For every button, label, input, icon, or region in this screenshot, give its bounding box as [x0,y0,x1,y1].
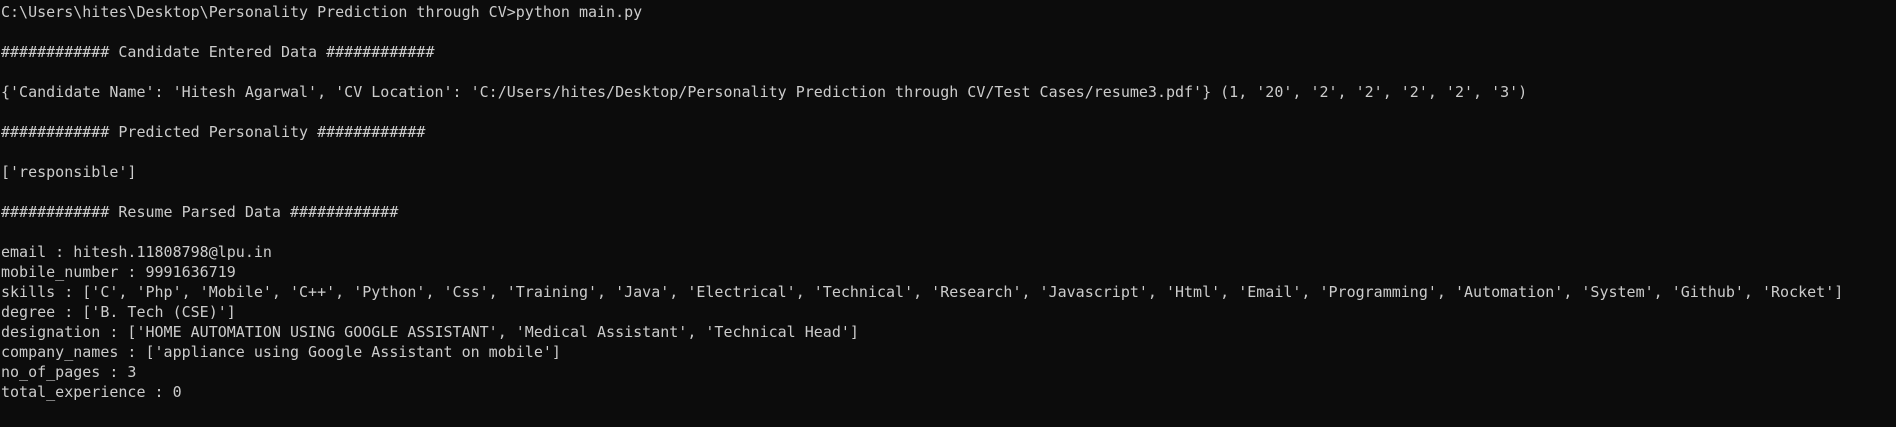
no-of-pages-line: no_of_pages : 3 [1,363,137,381]
skills-line: skills : ['C', 'Php', 'Mobile', 'C++', '… [1,283,1844,301]
terminal-window[interactable]: C:\Users\hites\Desktop\Personality Predi… [0,0,1896,427]
email-line: email : hitesh.11808798@lpu.in [1,243,272,261]
candidate-data-output: {'Candidate Name': 'Hitesh Agarwal', 'CV… [1,83,1528,101]
command-prompt-line: C:\Users\hites\Desktop\Personality Predi… [1,3,643,21]
candidate-data-header: ############ Candidate Entered Data ####… [1,43,435,61]
mobile-number-line: mobile_number : 9991636719 [1,263,236,281]
total-experience-line: total_experience : 0 [1,383,182,401]
degree-line: degree : ['B. Tech (CSE)'] [1,303,236,321]
resume-parsed-header: ############ Resume Parsed Data ########… [1,203,399,221]
predicted-personality-header: ############ Predicted Personality #####… [1,123,426,141]
company-names-line: company_names : ['appliance using Google… [1,343,561,361]
designation-line: designation : ['HOME AUTOMATION USING GO… [1,323,859,341]
predicted-personality-output: ['responsible'] [1,163,137,181]
